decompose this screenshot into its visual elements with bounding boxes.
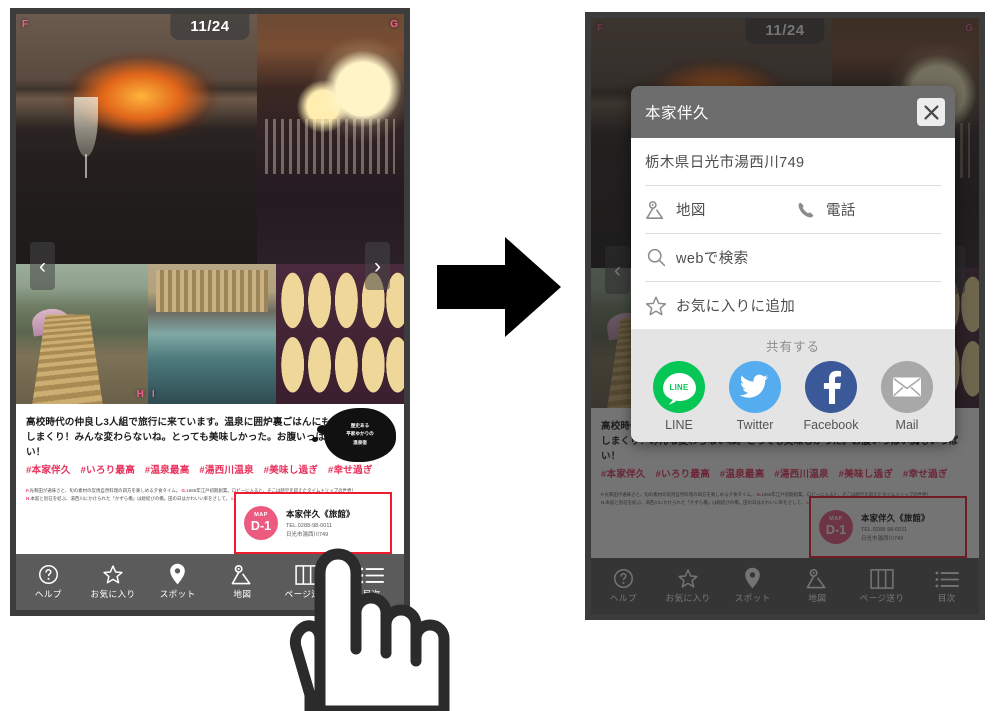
photo-label-f: F bbox=[22, 19, 29, 30]
page-counter: 11/24 bbox=[170, 14, 250, 40]
wine-glass-decor bbox=[73, 96, 98, 178]
modal-websearch-row[interactable]: webで検索 bbox=[645, 234, 941, 282]
photo-i-open-air-bath[interactable]: I bbox=[147, 264, 276, 404]
spot-card-name: 本家伴久《旅館》 bbox=[286, 509, 355, 519]
list-icon bbox=[360, 564, 384, 585]
star-icon bbox=[645, 295, 667, 317]
person-decor bbox=[45, 325, 57, 390]
right-arrow-icon bbox=[437, 237, 561, 337]
carousel-prev-button[interactable]: ‹ bbox=[30, 242, 55, 290]
phone-after: F G 11/24 ‹ › 高校時代の仲良し3人組で旅行に来ています。温泉に囲炉… bbox=[585, 12, 985, 620]
nav-label-0: ヘルプ bbox=[34, 589, 62, 599]
chevron-right-icon: › bbox=[374, 254, 381, 278]
bubble-line-1: 歴史ある bbox=[350, 423, 370, 428]
map-pin-icon bbox=[169, 563, 186, 585]
share-label-line: LINE bbox=[665, 418, 693, 432]
history-callout-bubble: 歴史ある 平家ゆかりの 温泉宿 bbox=[312, 408, 396, 462]
share-button-mail[interactable]: Mail bbox=[873, 361, 941, 432]
map-icon bbox=[645, 199, 667, 221]
spot-card-honke-bankyu[interactable]: MAP D-1 本家伴久《旅館》 TEL.0288-98-0011 日光市湯西川… bbox=[234, 492, 392, 554]
photo-label-i: I bbox=[151, 389, 155, 400]
map-badge-id: D-1 bbox=[250, 519, 272, 534]
caption-text-h: 本館と別荘を結ぶ、湯西川にかけられた「かずら橋」は総結びの橋。田の日はかわいい率… bbox=[30, 495, 231, 501]
spot-card-address: 日光市湯西川749 bbox=[286, 532, 329, 538]
facebook-share-icon bbox=[805, 361, 857, 413]
modal-close-button[interactable] bbox=[917, 98, 945, 126]
nav-item-ヘルプ[interactable]: ヘルプ bbox=[16, 554, 81, 610]
photo-g-lanterns[interactable]: G bbox=[256, 14, 404, 264]
photo-f-irori-dinner[interactable]: F bbox=[16, 14, 257, 264]
article-hashtags: #本家伴久 #いろり最高 #温泉最高 #湯西川温泉 #美味し過ぎ #幸せ過ぎ bbox=[26, 464, 373, 476]
modal-favorite-row[interactable]: お気に入りに追加 bbox=[645, 282, 941, 329]
search-icon bbox=[645, 247, 667, 269]
line-badge-text: LINE bbox=[669, 382, 689, 392]
article-body: 高校時代の仲良し3人組で旅行に来ています。温泉に囲炉裏ごはんにもう満喫 しまくり… bbox=[16, 404, 404, 554]
nav-label-5: 目次 bbox=[362, 589, 381, 599]
modal-address-row: 栃木県日光市湯西川749 bbox=[645, 138, 941, 186]
modal-map-label: 地図 bbox=[676, 203, 706, 219]
photo-collage: F G H I 11/24 ‹ › bbox=[16, 14, 404, 404]
line-badge: LINE bbox=[662, 373, 696, 401]
share-button-twitter[interactable]: Twitter bbox=[721, 361, 789, 432]
spot-detail-modal: 本家伴久 栃木県日光市湯西川749 地図 電話 webで検索 お気に入りに追加 … bbox=[631, 86, 955, 442]
nav-item-お気に入り[interactable]: お気に入り bbox=[81, 554, 146, 610]
modal-map-phone-row: 地図 電話 bbox=[645, 186, 941, 234]
chevron-left-icon: ‹ bbox=[39, 254, 46, 278]
share-button-line[interactable]: LINE LINE bbox=[645, 361, 713, 432]
modal-phone-label: 電話 bbox=[826, 203, 856, 219]
modal-header: 本家伴久 bbox=[631, 86, 955, 138]
photo-label-h: H bbox=[136, 389, 144, 400]
modal-body: 栃木県日光市湯西川749 地図 電話 webで検索 お気に入りに追加 bbox=[631, 138, 955, 329]
modal-title: 本家伴久 bbox=[645, 105, 710, 122]
close-icon bbox=[923, 104, 939, 120]
help-circle-icon bbox=[38, 564, 59, 585]
share-label-facebook: Facebook bbox=[803, 418, 859, 432]
phone-before: F G H I 11/24 ‹ › 高校時代の仲良し3人組で旅行に来ています。温… bbox=[10, 8, 410, 616]
nav-item-ページ送り[interactable]: ページ送り bbox=[275, 554, 340, 610]
mail-share-icon bbox=[881, 361, 933, 413]
umbrella-decor bbox=[30, 306, 71, 337]
columns-icon bbox=[295, 564, 319, 585]
share-section: 共有する LINE LINE Twitter Facebook Mail bbox=[631, 329, 955, 442]
share-button-facebook[interactable]: Facebook bbox=[797, 361, 865, 432]
nav-item-スポット[interactable]: スポット bbox=[145, 554, 210, 610]
twitter-share-icon bbox=[729, 361, 781, 413]
star-icon bbox=[102, 564, 124, 585]
modal-map-action[interactable]: 地図 bbox=[645, 199, 795, 221]
bottom-navigation-before[interactable]: ヘルプ お気に入り スポット 地図 ページ送り 目次 bbox=[16, 554, 404, 610]
spot-card-info: 本家伴久《旅館》 TEL.0288-98-0011 日光市湯西川749 bbox=[286, 508, 355, 538]
map-icon bbox=[230, 564, 254, 585]
nav-label-4: ページ送り bbox=[284, 589, 330, 599]
bubble-line-3: 温泉宿 bbox=[353, 439, 367, 445]
modal-favorite-label: お気に入りに追加 bbox=[676, 299, 796, 315]
nav-label-2: スポット bbox=[159, 589, 196, 599]
nav-item-目次[interactable]: 目次 bbox=[339, 554, 404, 610]
modal-websearch-action[interactable]: webで検索 bbox=[645, 247, 749, 269]
modal-favorite-action[interactable]: お気に入りに追加 bbox=[645, 295, 795, 317]
nav-label-1: お気に入り bbox=[90, 589, 136, 599]
modal-websearch-label: webで検索 bbox=[676, 251, 749, 267]
bubble-line-2: 平家ゆかりの bbox=[346, 431, 374, 437]
caption-text-f: 光和田が通味さと、旬の素材の炭焼自然料理の四方を楽しめる夕食タイム。 bbox=[29, 487, 181, 493]
share-label-twitter: Twitter bbox=[736, 418, 774, 432]
modal-phone-action[interactable]: 電話 bbox=[795, 199, 856, 221]
app-screen-after: F G 11/24 ‹ › 高校時代の仲良し3人組で旅行に来ています。温泉に囲炉… bbox=[591, 18, 979, 614]
share-buttons-row: LINE LINE Twitter Facebook Mail bbox=[631, 361, 955, 432]
carousel-next-button[interactable]: › bbox=[365, 242, 390, 290]
app-screen-before: F G H I 11/24 ‹ › 高校時代の仲良し3人組で旅行に来ています。温… bbox=[16, 14, 404, 610]
share-section-title: 共有する bbox=[765, 340, 820, 354]
nav-item-地図[interactable]: 地図 bbox=[210, 554, 275, 610]
photo-label-g: G bbox=[390, 19, 398, 30]
share-label-mail: Mail bbox=[895, 418, 919, 432]
modal-address: 栃木県日光市湯西川749 bbox=[645, 155, 805, 171]
phone-icon bbox=[795, 199, 817, 221]
spot-card-tel: TEL.0288-98-0011 bbox=[286, 522, 333, 529]
nav-label-3: 地図 bbox=[233, 589, 252, 599]
line-share-icon: LINE bbox=[653, 361, 705, 413]
map-badge: MAP D-1 bbox=[244, 506, 278, 540]
